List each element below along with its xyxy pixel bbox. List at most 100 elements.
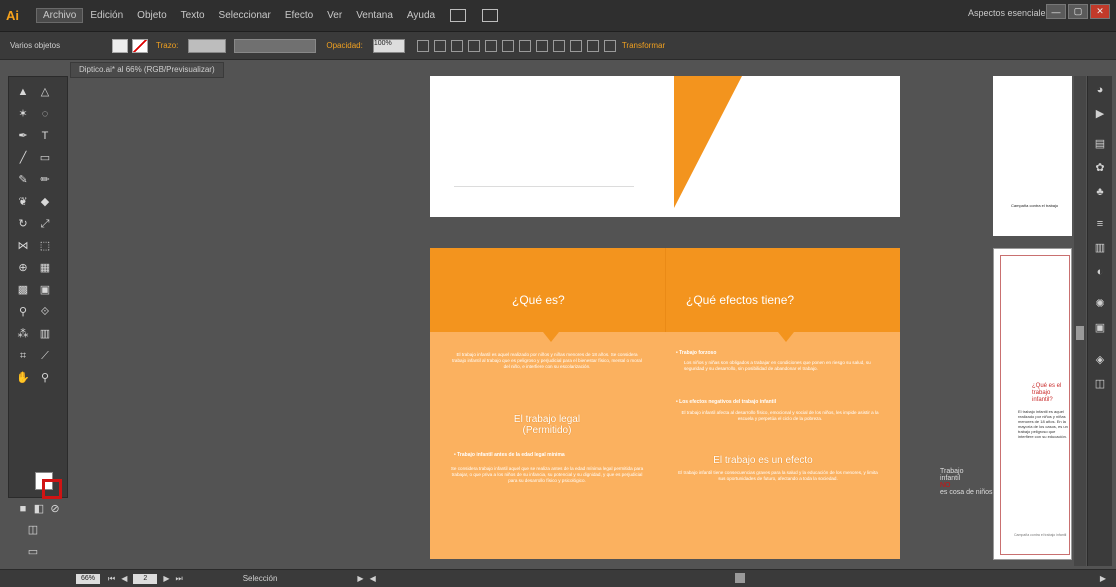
rotate-tool-icon[interactable]: ↻	[15, 217, 31, 231]
artboard-orange-panel[interactable]: ¿Qué es? ¿Qué efectos tiene? El trabajo …	[430, 248, 900, 559]
column-graph-tool-icon[interactable]: ▥	[37, 327, 53, 341]
type-tool-icon[interactable]: T	[37, 129, 53, 143]
blend-tool-icon[interactable]: ⟐	[37, 305, 53, 319]
vertical-scroll-thumb[interactable]	[1076, 326, 1084, 340]
menu-objeto[interactable]: Objeto	[130, 10, 173, 21]
pencil-tool-icon[interactable]: ✏	[37, 173, 53, 187]
stroke-panel-icon[interactable]: ≡	[1093, 218, 1107, 231]
menu-edicion[interactable]: Edición	[83, 10, 130, 21]
artboard-right-top[interactable]: Campaña contra el trabajo	[993, 76, 1072, 236]
artboards-panel-icon[interactable]: ◫	[1093, 378, 1107, 391]
line-tool-icon[interactable]: ╱	[15, 151, 31, 165]
col2-body3[interactable]: El trabajo infantil tiene consecuencias …	[674, 470, 882, 482]
distribute-center-icon[interactable]	[552, 39, 565, 52]
right-footer[interactable]: Campaña contra el trabajo infantil	[1014, 533, 1066, 537]
right-text[interactable]: El trabajo infantil es aquel realizado p…	[1018, 409, 1070, 439]
menu-ayuda[interactable]: Ayuda	[400, 10, 442, 21]
opacity-field[interactable]: 100%	[372, 38, 405, 53]
draw-mode-icon[interactable]: ◫	[25, 523, 41, 537]
brushes-panel-icon[interactable]: ✿	[1093, 162, 1107, 175]
layers-panel-icon[interactable]: ◈	[1093, 354, 1107, 367]
col2-subtitle[interactable]: El trabajo es un efecto	[688, 455, 838, 466]
rectangle-tool-icon[interactable]: ▭	[37, 151, 53, 165]
hscroll-right-icon[interactable]: ▶	[1100, 574, 1106, 583]
distribute-left-icon[interactable]	[586, 39, 599, 52]
distribute-bottom-icon[interactable]	[569, 39, 582, 52]
none-mode-icon[interactable]: ⊘	[47, 502, 63, 516]
magic-wand-tool-icon[interactable]: ✶	[15, 107, 31, 121]
menu-archivo[interactable]: Archivo	[36, 8, 84, 23]
menu-efecto[interactable]: Efecto	[278, 10, 320, 21]
screen-mode-icon[interactable]: ▭	[25, 545, 41, 559]
graphic-styles-icon[interactable]: ▣	[1093, 322, 1107, 335]
mesh-tool-icon[interactable]: ▩	[15, 283, 31, 297]
direct-selection-tool-icon[interactable]: △	[37, 85, 53, 99]
zoom-field[interactable]: 66%	[76, 573, 100, 584]
align-middle-icon[interactable]	[501, 39, 514, 52]
align-center-icon[interactable]	[450, 39, 463, 52]
first-artboard-icon[interactable]: ⏮	[108, 574, 115, 584]
scale-tool-icon[interactable]: ⤢	[37, 217, 53, 231]
selection-tool-icon[interactable]: ▲	[15, 85, 31, 99]
prev-artboard-icon[interactable]: ◀	[121, 574, 127, 583]
swatches-panel-icon[interactable]: ▤	[1093, 138, 1107, 151]
last-artboard-icon[interactable]: ⏭	[176, 574, 183, 584]
color-guide-icon[interactable]: ▶	[1093, 108, 1107, 121]
col2-bullet1[interactable]: • Trabajo forzoso	[676, 350, 716, 356]
col1-subtitle[interactable]: El trabajo legal (Permitido)	[492, 414, 602, 436]
right-title[interactable]: ¿Qué es el trabajo infantil?	[1032, 383, 1070, 404]
col1-title[interactable]: ¿Qué es?	[512, 293, 565, 307]
vertical-scrollbar[interactable]	[1074, 76, 1086, 566]
align-bottom-icon[interactable]	[518, 39, 531, 52]
maximize-button[interactable]: ▢	[1068, 4, 1088, 19]
hscroll-left-icon[interactable]: ◀	[370, 574, 376, 583]
paintbrush-tool-icon[interactable]: ✎	[15, 173, 31, 187]
current-tool-status[interactable]: Selección	[243, 574, 278, 583]
eyedropper-tool-icon[interactable]: ⚲	[15, 305, 31, 319]
color-panel-icon[interactable]: ◕	[1093, 84, 1107, 97]
menu-texto[interactable]: Texto	[174, 10, 212, 21]
workspace-switcher[interactable]: Aspectos esenciales	[968, 8, 1050, 18]
stroke-label[interactable]: Trazo:	[156, 41, 178, 50]
col2-body1[interactable]: Los niños y niñas son obligados a trabaj…	[684, 360, 884, 372]
col1-intro[interactable]: El trabajo infantil es aquel realizado p…	[452, 352, 642, 370]
recolor-icon[interactable]	[416, 39, 429, 52]
fill-swatch[interactable]	[112, 38, 128, 53]
artboard-number-field[interactable]: 2	[133, 573, 158, 584]
artboard-top[interactable]	[430, 76, 900, 217]
gradient-panel-icon[interactable]: ▥	[1093, 242, 1107, 255]
transform-link[interactable]: Transformar	[622, 41, 665, 50]
free-transform-tool-icon[interactable]: ⬚	[37, 239, 53, 253]
zoom-tool-icon[interactable]: ⚲	[37, 371, 53, 385]
col1-bullet[interactable]: • Trabajo infantil antes de la edad lega…	[454, 452, 565, 458]
hand-tool-icon[interactable]: ✋	[15, 371, 31, 385]
arrange-documents-icon[interactable]	[482, 9, 499, 22]
align-top-icon[interactable]	[484, 39, 497, 52]
menu-ventana[interactable]: Ventana	[349, 10, 400, 21]
status-arrow-icon[interactable]: ▶	[357, 574, 363, 583]
right-top-caption[interactable]: Campaña contra el trabajo	[1011, 203, 1058, 208]
floating-logo-text[interactable]: Trabajo infantil NO es cosa de niños	[940, 468, 993, 496]
width-tool-icon[interactable]: ⋈	[15, 239, 31, 253]
gradient-tool-icon[interactable]: ▣	[37, 283, 53, 297]
blob-brush-tool-icon[interactable]: ❦	[15, 195, 31, 209]
next-artboard-icon[interactable]: ▶	[163, 574, 169, 583]
align-left-icon[interactable]	[433, 39, 446, 52]
eraser-tool-icon[interactable]: ◆	[37, 195, 53, 209]
distribute-hcenter-icon[interactable]	[603, 39, 616, 52]
artboard-right-main[interactable]: ¿Qué es el trabajo infantil? El trabajo …	[993, 248, 1072, 560]
col1-body[interactable]: Se considera trabajo infantil aquel que …	[450, 466, 644, 484]
pen-tool-icon[interactable]: ✒	[15, 129, 31, 143]
gradient-mode-icon[interactable]: ◧	[31, 502, 47, 516]
menu-ver[interactable]: Ver	[320, 10, 349, 21]
minimize-button[interactable]: —	[1046, 4, 1066, 19]
color-mode-icon[interactable]: ■	[15, 502, 31, 516]
shape-builder-tool-icon[interactable]: ⊕	[15, 261, 31, 275]
artboard-tool-icon[interactable]: ⌗	[15, 349, 31, 363]
document-tab[interactable]: Diptico.ai* al 66% (RGB/Previsualizar)	[70, 62, 224, 78]
symbols-panel-icon[interactable]: ♣	[1093, 186, 1107, 199]
perspective-grid-tool-icon[interactable]: ▦	[37, 261, 53, 275]
slice-tool-icon[interactable]: ⟋	[37, 349, 53, 363]
bridge-icon[interactable]	[450, 9, 467, 22]
symbol-sprayer-tool-icon[interactable]: ⁂	[15, 327, 31, 341]
